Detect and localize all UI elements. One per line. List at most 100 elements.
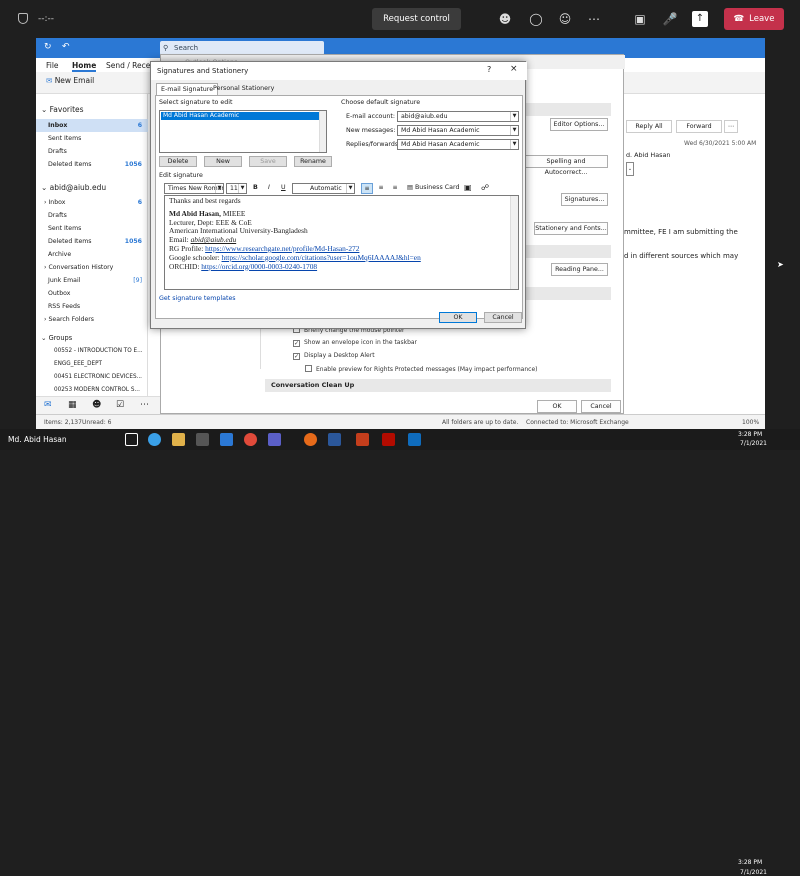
close-icon[interactable]: ×: [510, 64, 518, 74]
firefox-icon[interactable]: [304, 433, 317, 446]
edge-icon[interactable]: [148, 433, 161, 446]
file-explorer-icon[interactable]: [172, 433, 185, 446]
chk-desktop-alert[interactable]: ✓ Display a Desktop Alert: [293, 352, 375, 360]
request-control-button[interactable]: Request control: [372, 8, 461, 30]
people-icon[interactable]: ☻: [92, 400, 101, 410]
new-email-button[interactable]: ✉ New Email: [46, 76, 94, 85]
start-icon[interactable]: [125, 433, 138, 446]
folder-inbox-2[interactable]: › Inbox: [44, 199, 65, 206]
align-center-icon[interactable]: ≡: [375, 183, 387, 194]
group-item[interactable]: 00451 ELECTRONIC DEVICES...: [54, 374, 142, 380]
tab-personal-stationery[interactable]: Personal Stationery: [209, 83, 278, 95]
folder-sent-2[interactable]: Sent Items: [48, 225, 81, 232]
tasks-icon[interactable]: ☑: [116, 400, 124, 410]
editor-options-button[interactable]: Editor Options...: [550, 118, 608, 131]
color-select[interactable]: Automatic ▼: [292, 183, 355, 194]
word-icon[interactable]: [328, 433, 341, 446]
align-left-icon[interactable]: ≡: [361, 183, 373, 194]
reply-all-button[interactable]: Reply All: [626, 120, 672, 133]
help-icon[interactable]: ?: [487, 65, 491, 74]
sync-icon[interactable]: ↻: [44, 42, 52, 52]
folder-deleted[interactable]: Deleted Items: [48, 161, 92, 168]
business-card-button[interactable]: ▤ Business Card: [407, 184, 459, 191]
stationery-fonts-button[interactable]: Stationery and Fonts...: [534, 222, 608, 235]
email-account-select[interactable]: abid@aiub.edu ▼: [397, 111, 519, 122]
group-item[interactable]: ENGG_EEE_DEPT: [54, 361, 102, 367]
reactions-icon[interactable]: ☺: [557, 11, 573, 27]
folder-sent[interactable]: Sent Items: [48, 135, 81, 142]
delete-button[interactable]: Delete: [159, 156, 197, 167]
more-actions-icon[interactable]: ⋯: [724, 120, 738, 133]
signature-list[interactable]: Md Abid Hasan Academic: [159, 110, 327, 153]
mail-icon[interactable]: ✉: [44, 400, 52, 410]
folder-drafts[interactable]: Drafts: [48, 148, 67, 155]
favorites-header[interactable]: ⌄ Favorites: [41, 105, 84, 114]
signatures-button[interactable]: Signatures...: [561, 193, 608, 206]
align-right-icon[interactable]: ≡: [389, 183, 401, 194]
folder-outbox[interactable]: Outbox: [48, 290, 70, 297]
store-icon[interactable]: [196, 433, 209, 446]
rename-button[interactable]: Rename: [294, 156, 332, 167]
search-box[interactable]: ⚲ Search: [160, 41, 324, 55]
folder-inbox[interactable]: Inbox: [48, 122, 67, 129]
dialog-ok-button[interactable]: OK: [439, 312, 477, 323]
tab-file[interactable]: File: [46, 61, 59, 70]
options-ok-button[interactable]: OK: [537, 400, 577, 413]
tab-home[interactable]: Home: [72, 61, 97, 72]
camera-off-icon[interactable]: ▣: [632, 11, 648, 27]
signature-link[interactable]: https://orcid.org/0000-0003-0240-1708: [201, 262, 317, 271]
teams-icon[interactable]: [268, 433, 281, 446]
spelling-autocorrect-button[interactable]: Spelling and Autocorrect...: [524, 155, 608, 176]
insert-picture-icon[interactable]: ▣: [464, 183, 472, 192]
new-messages-select[interactable]: Md Abid Hasan Academic ▼: [397, 125, 519, 136]
replies-select[interactable]: Md Abid Hasan Academic ▼: [397, 139, 519, 150]
folder-archive[interactable]: Archive: [48, 251, 71, 258]
account-header[interactable]: ⌄ abid@aiub.edu: [41, 183, 106, 192]
share-screen-icon[interactable]: ↑: [692, 11, 708, 27]
chevron-down-icon[interactable]: ⌄: [626, 162, 634, 176]
folder-conversation-history[interactable]: › Conversation History: [44, 264, 113, 271]
chk-envelope-icon[interactable]: ✓ Show an envelope icon in the taskbar: [293, 339, 417, 347]
folder-drafts-2[interactable]: Drafts: [48, 212, 67, 219]
underline-button[interactable]: U: [281, 184, 286, 191]
group-item[interactable]: 00253 MODERN CONTROL S...: [54, 387, 140, 393]
folder-deleted-2[interactable]: Deleted Items: [48, 238, 92, 245]
signature-editor[interactable]: Thanks and best regards Md Abid Hasan, M…: [164, 195, 519, 290]
undo-icon[interactable]: ↶: [62, 42, 70, 52]
folder-junk[interactable]: Junk Email: [48, 277, 80, 284]
signature-link[interactable]: https://scholar.google.com/citations?use…: [222, 253, 421, 262]
italic-button[interactable]: I: [268, 184, 270, 191]
forward-button[interactable]: Forward: [676, 120, 722, 133]
options-cancel-button[interactable]: Cancel: [581, 400, 621, 413]
people-icon[interactable]: ☻: [497, 11, 513, 27]
leave-button[interactable]: ☎ Leave: [724, 8, 784, 30]
mic-off-icon[interactable]: 🎤: [662, 11, 678, 27]
checkbox-checked[interactable]: ✓: [293, 340, 300, 347]
powerpoint-icon[interactable]: [356, 433, 369, 446]
chat-icon[interactable]: ◯: [528, 11, 544, 27]
bold-button[interactable]: B: [253, 184, 258, 191]
font-select[interactable]: Times New Roman ▼: [164, 183, 224, 194]
chk-rights-preview[interactable]: Enable preview for Rights Protected mess…: [305, 365, 538, 373]
checkbox-checked[interactable]: ✓: [293, 353, 300, 360]
calendar-icon[interactable]: ▦: [68, 400, 77, 410]
new-button[interactable]: New: [204, 156, 242, 167]
save-button[interactable]: Save: [249, 156, 287, 167]
group-item[interactable]: 00552 - INTRODUCTION TO E...: [54, 348, 143, 354]
size-select[interactable]: 11 ▼: [226, 183, 247, 194]
insert-hyperlink-icon[interactable]: ☍: [481, 183, 489, 192]
signature-list-item[interactable]: Md Abid Hasan Academic: [161, 112, 325, 120]
signature-link[interactable]: https://www.researchgate.net/profile/Md-…: [205, 244, 359, 253]
scrollbar[interactable]: [319, 111, 326, 152]
checkbox[interactable]: [305, 365, 312, 372]
folder-search[interactable]: › Search Folders: [44, 316, 94, 323]
scrollbar[interactable]: [510, 196, 518, 289]
mail-icon[interactable]: [220, 433, 233, 446]
acrobat-icon[interactable]: [382, 433, 395, 446]
dialog-cancel-button[interactable]: Cancel: [484, 312, 522, 323]
reading-pane-button[interactable]: Reading Pane...: [551, 263, 608, 276]
more-icon[interactable]: ⋯: [140, 400, 149, 410]
more-options-icon[interactable]: ⋯: [586, 11, 602, 27]
templates-link[interactable]: Get signature templates: [159, 295, 236, 302]
groups-header[interactable]: ⌄ Groups: [41, 334, 72, 342]
